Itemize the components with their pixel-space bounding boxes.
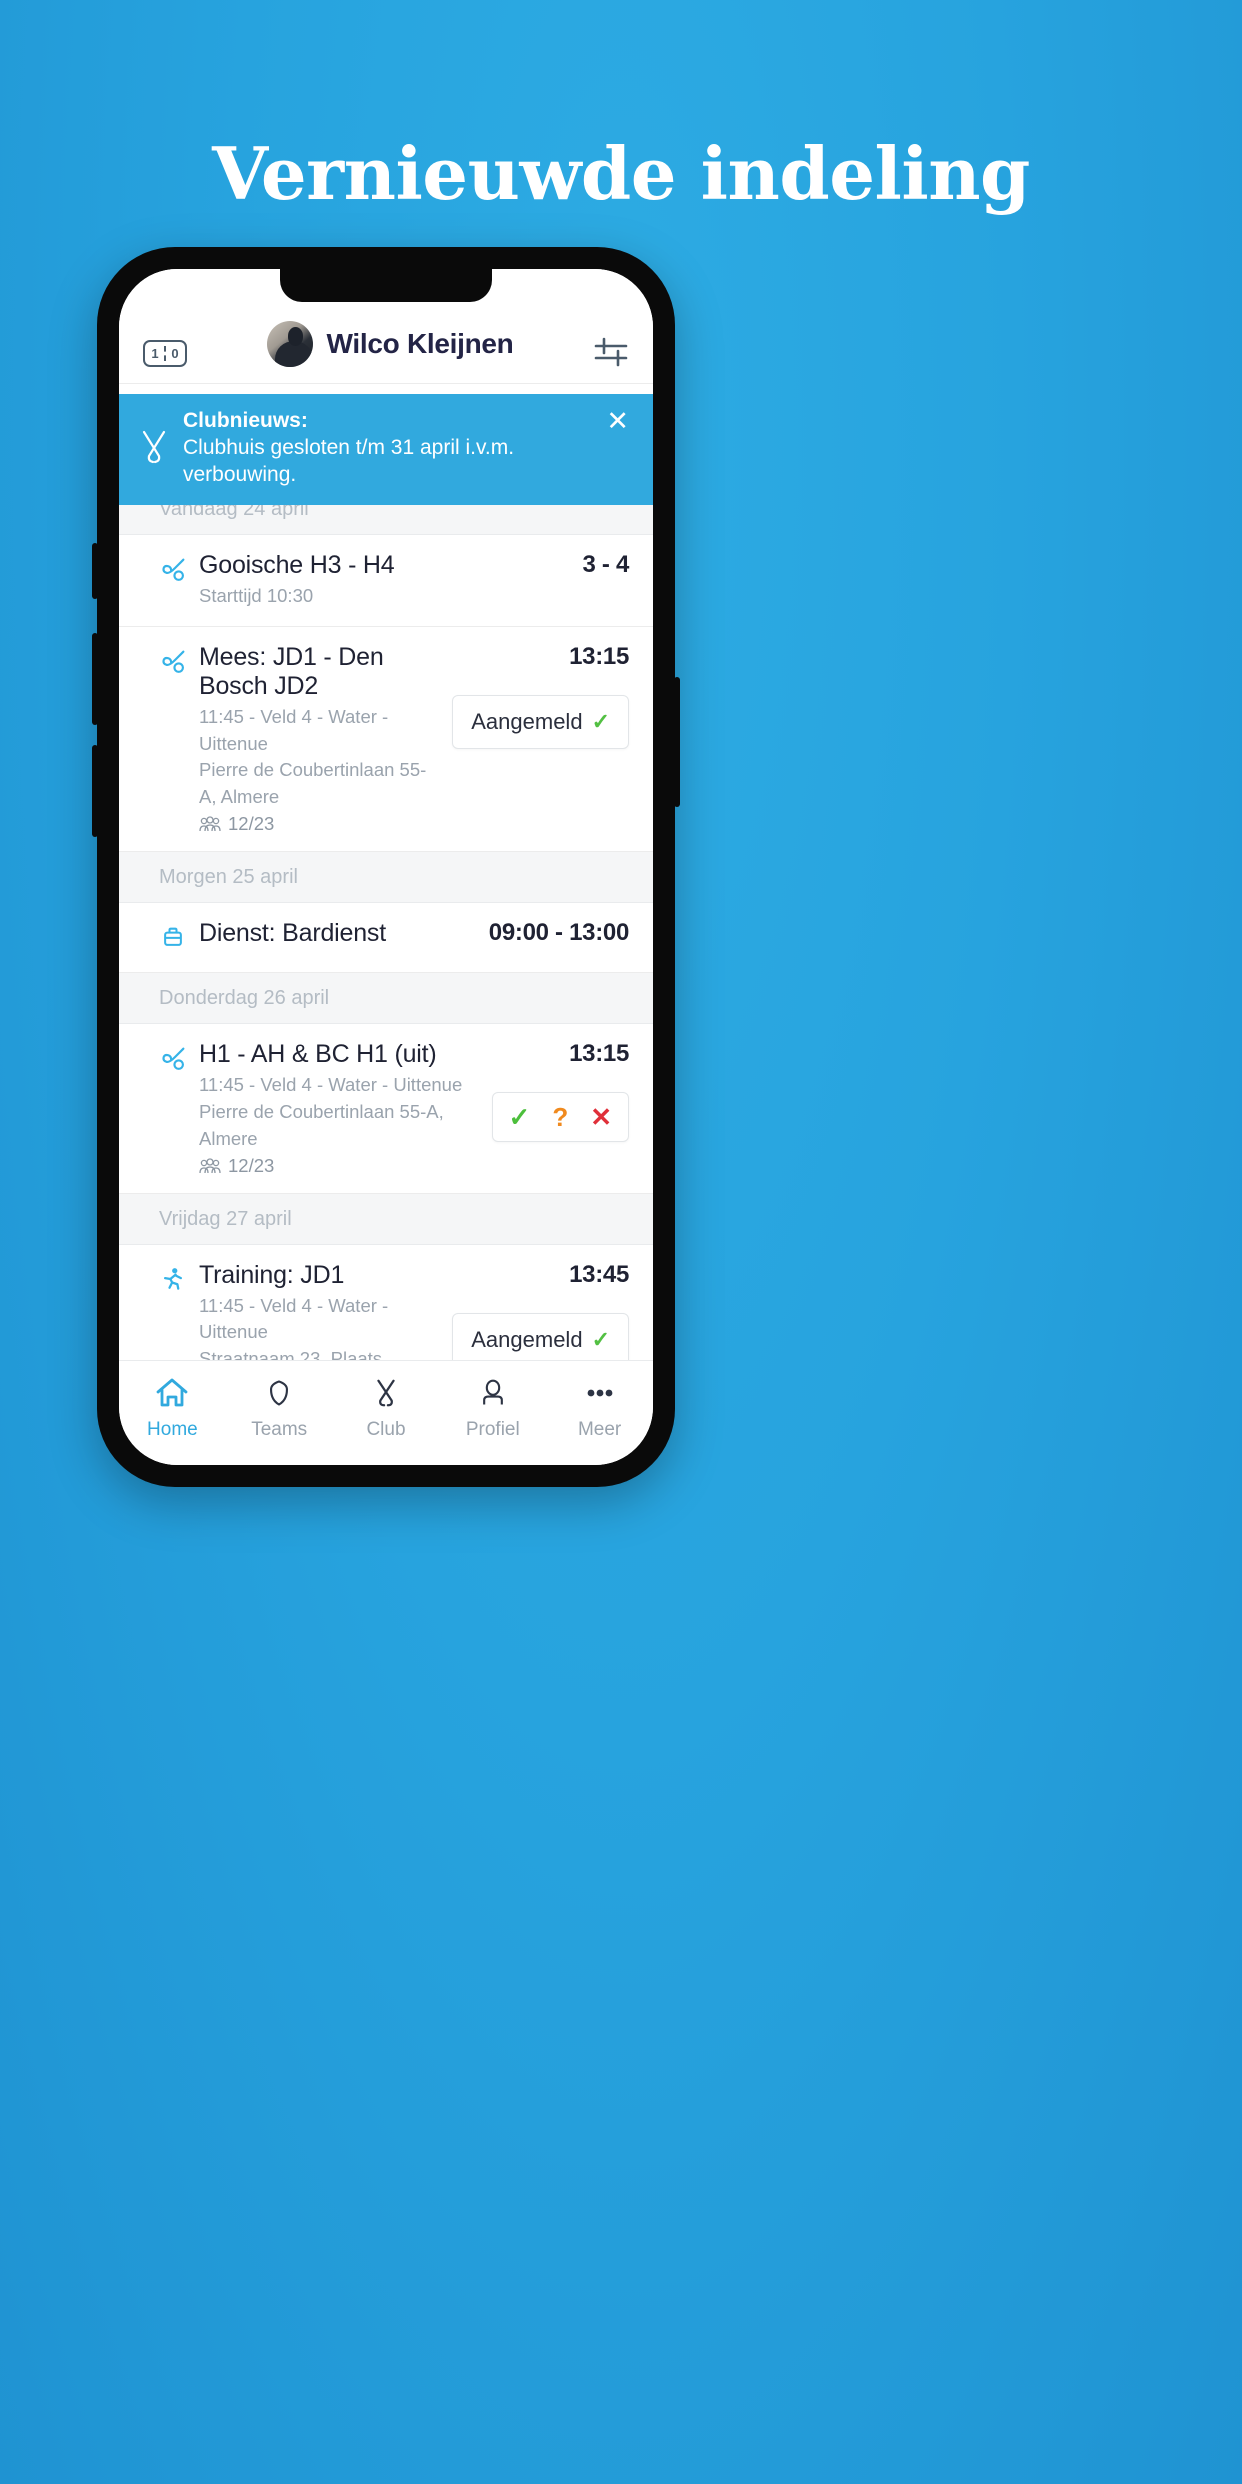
event-title: Training: JD1 <box>199 1260 345 1289</box>
aangemeld-label: Aangemeld <box>471 1326 583 1352</box>
list-item[interactable]: H1 - AH & BC H1 (uit) 11:45 - Veld 4 - W… <box>119 1024 653 1194</box>
aangemeld-button[interactable]: Aangemeld ✓ <box>452 1312 629 1360</box>
header-user[interactable]: Wilco Kleijnen <box>187 321 593 367</box>
event-time: 09:00 - 13:00 <box>488 919 630 947</box>
list-item[interactable]: Dienst: Bardienst 09:00 - 13:00 <box>119 903 653 974</box>
event-title: Gooische H3 - H4 <box>199 551 395 579</box>
people-icon <box>199 1157 221 1173</box>
event-right: 13:15 ✓ ? ✕ <box>491 1040 629 1143</box>
check-icon: ✓ <box>591 1326 610 1352</box>
running-person-icon <box>159 1265 191 1298</box>
phone-screen: 1 0 Wilco Kleijnen Clubnieuws: Clubhuis … <box>119 269 653 1465</box>
event-score: 3 - 4 <box>582 551 629 578</box>
nav-label-home: Home <box>147 1419 198 1440</box>
close-icon[interactable]: ✕ <box>604 408 631 435</box>
event-attendance: 12/23 <box>199 813 442 835</box>
day-header: Vrijdag 27 april <box>119 1193 653 1245</box>
ellipsis-icon <box>583 1373 617 1413</box>
phone-mute-switch <box>92 543 98 599</box>
list-item[interactable]: Gooische H3 - H4 Starttijd 10:30 3 - 4 <box>119 535 653 627</box>
event-time: 13:45 <box>569 1260 629 1288</box>
phone-frame: 1 0 Wilco Kleijnen Clubnieuws: Clubhuis … <box>92 247 680 1487</box>
event-meta-address: Pierre de Coubertinlaan 55-A, Almere <box>199 759 427 808</box>
sliders-icon[interactable] <box>593 337 629 367</box>
event-attendance: 12/23 <box>199 1155 482 1177</box>
phone-power-button <box>674 677 680 807</box>
nav-item-teams[interactable]: Teams <box>226 1373 333 1441</box>
hockey-sticks-icon <box>370 1373 402 1413</box>
event-body: Mees: JD1 - Den Bosch JD2 11:45 - Veld 4… <box>199 643 442 835</box>
event-body: Dienst: Bardienst <box>199 919 479 951</box>
user-name: Wilco Kleijnen <box>326 328 514 359</box>
attendance-count: 12/23 <box>228 1154 275 1176</box>
event-meta-time: 11:45 - Veld 4 - Water - Uittenue <box>199 705 389 754</box>
nav-item-profiel[interactable]: Profiel <box>439 1373 546 1441</box>
event-body: Gooische H3 - H4 Starttijd 10:30 <box>199 551 572 610</box>
scoreboard-left-value: 1 <box>151 346 159 361</box>
event-right: 3 - 4 <box>582 551 629 579</box>
phone-notch <box>280 269 492 302</box>
nav-label-teams: Teams <box>251 1419 308 1440</box>
event-body: H1 - AH & BC H1 (uit) 11:45 - Veld 4 - W… <box>199 1040 482 1176</box>
hockey-stick-ball-icon <box>159 555 191 590</box>
nav-item-meer[interactable]: Meer <box>546 1373 653 1441</box>
event-right: 13:15 Aangemeld ✓ <box>452 643 629 749</box>
hockey-stick-ball-icon <box>159 647 191 682</box>
rsvp-no-button[interactable]: ✕ <box>590 1104 612 1130</box>
nav-item-home[interactable]: Home <box>119 1373 226 1441</box>
avatar[interactable] <box>266 321 313 367</box>
event-body: Training: JD1 11:45 - Veld 4 - Water - U… <box>199 1261 442 1361</box>
nav-label-profiel: Profiel <box>465 1419 520 1440</box>
event-time: 13:15 <box>569 1040 629 1068</box>
rsvp-button-group[interactable]: ✓ ? ✕ <box>491 1092 629 1143</box>
bottom-navigation[interactable]: Home Teams Club Profiel Meer <box>119 1360 653 1465</box>
hockey-stick-ball-icon <box>159 1044 191 1079</box>
page-title: Vernieuwde indeling <box>212 131 1030 216</box>
phone-volume-up-button <box>92 633 98 725</box>
club-news-banner[interactable]: Clubnieuws: Clubhuis gesloten t/m 31 apr… <box>119 394 653 505</box>
shield-icon <box>264 1373 294 1413</box>
banner-text: Clubnieuws: Clubhuis gesloten t/m 31 apr… <box>183 408 590 489</box>
nav-label-club: Club <box>366 1419 406 1440</box>
attendance-count: 12/23 <box>228 813 275 835</box>
person-icon <box>478 1373 508 1413</box>
scoreboard-right-value: 0 <box>171 346 179 361</box>
event-meta-address: Pierre de Coubertinlaan 55-A, Almere <box>199 1100 444 1149</box>
check-icon: ✓ <box>591 708 610 734</box>
day-header: Donderdag 26 april <box>119 973 653 1025</box>
agenda-list[interactable]: Vandaag 24 april Gooische H3 - H4 Startt… <box>119 484 653 1360</box>
event-right: 09:00 - 13:00 <box>488 919 630 947</box>
list-item[interactable]: Mees: JD1 - Den Bosch JD2 11:45 - Veld 4… <box>119 626 653 853</box>
home-icon <box>155 1373 189 1413</box>
nav-item-club[interactable]: Club <box>333 1373 440 1441</box>
event-title: Mees: JD1 - Den Bosch JD2 <box>199 642 384 700</box>
aangemeld-button[interactable]: Aangemeld ✓ <box>452 694 629 749</box>
event-meta-address: Straatnaam 23, Plaats <box>199 1348 383 1360</box>
event-meta-time: 11:45 - Veld 4 - Water - Uittenue <box>199 1294 389 1343</box>
phone-volume-down-button <box>92 745 98 837</box>
day-header: Morgen 25 april <box>119 852 653 904</box>
people-icon <box>199 816 221 832</box>
banner-title: Clubnieuws: <box>183 409 308 432</box>
briefcase-icon <box>159 923 191 956</box>
rsvp-maybe-button[interactable]: ? <box>552 1104 568 1130</box>
event-meta-time: 11:45 - Veld 4 - Water - Uittenue <box>199 1074 463 1096</box>
list-item[interactable]: Training: JD1 11:45 - Veld 4 - Water - U… <box>119 1244 653 1361</box>
scoreboard-icon[interactable]: 1 0 <box>143 340 187 367</box>
event-right: 13:45 Aangemeld ✓ <box>452 1260 629 1360</box>
event-time: 13:15 <box>569 642 629 670</box>
banner-message: Clubhuis gesloten t/m 31 april i.v.m. ve… <box>183 435 515 486</box>
aangemeld-label: Aangemeld <box>471 708 583 734</box>
rsvp-yes-button[interactable]: ✓ <box>509 1104 531 1130</box>
nav-label-meer: Meer <box>577 1419 622 1440</box>
hockey-sticks-icon <box>139 430 169 466</box>
event-meta: Starttijd 10:30 <box>199 585 314 606</box>
event-title: H1 - AH & BC H1 (uit) <box>199 1040 437 1069</box>
event-title: Dienst: Bardienst <box>199 919 386 948</box>
